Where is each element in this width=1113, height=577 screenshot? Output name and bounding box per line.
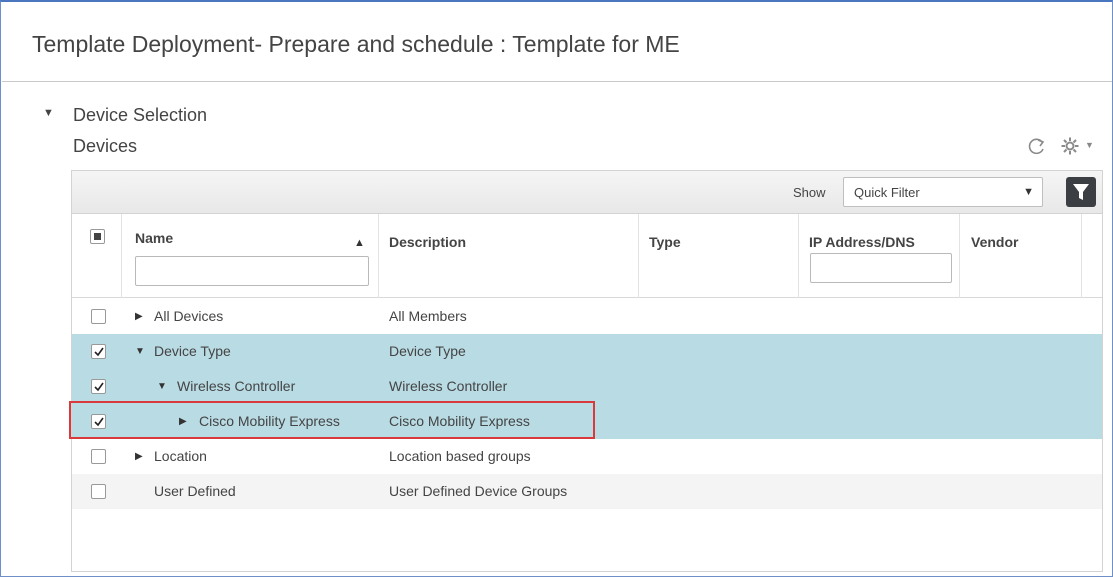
name-column-header[interactable]: Name ▲ [122,214,379,298]
devices-grid: Show Quick Filter ▼ Name ▲ Description T… [71,170,1103,572]
row-name: Location [154,448,207,464]
expand-arrow-icon[interactable]: ▶ [179,416,187,427]
collapse-arrow-icon[interactable]: ▼ [157,381,167,392]
page-title: Template Deployment- Prepare and schedul… [32,31,680,57]
ip-filter-input[interactable] [810,253,952,283]
sort-ascending-icon[interactable]: ▲ [354,237,365,249]
quick-filter-value: Quick Filter [854,185,920,200]
row-checkbox[interactable] [91,484,106,499]
row-name: Wireless Controller [177,378,296,394]
expand-arrow-icon[interactable]: ▶ [135,451,143,462]
description-column-header[interactable]: Description [379,214,639,298]
type-column-label: Type [649,234,681,250]
chevron-down-icon: ▼ [1023,186,1034,198]
row-checkbox-checked[interactable] [91,344,106,359]
dialog-frame: Template Deployment- Prepare and schedul… [0,0,1113,577]
title-divider [2,81,1112,82]
funnel-icon [1073,184,1089,200]
type-column-header[interactable]: Type [639,214,799,298]
grid-toolbar: Show Quick Filter ▼ [72,171,1102,214]
row-checkbox[interactable] [91,449,106,464]
row-name: Cisco Mobility Express [199,413,340,429]
row-name: All Devices [154,308,224,324]
row-name: Device Type [154,343,231,359]
refresh-icon[interactable] [1028,138,1046,156]
row-checkbox-checked[interactable] [91,414,106,429]
vendor-column-header[interactable]: Vendor [960,214,1082,298]
row-name: User Defined [154,483,236,499]
row-description: Cisco Mobility Express [389,413,530,429]
gear-icon[interactable] [1060,136,1080,156]
table-row[interactable]: ▶ Cisco Mobility Express Cisco Mobility … [72,404,1102,439]
row-description: Location based groups [389,448,531,464]
row-description: Device Type [389,343,466,359]
select-all-checkbox[interactable] [90,229,105,244]
name-column-label: Name [135,230,174,246]
vendor-column-label: Vendor [971,234,1019,250]
collapse-arrow-icon[interactable]: ▼ [135,346,145,357]
ip-column-label: IP Address/DNS [809,234,915,250]
expand-arrow-icon[interactable]: ▶ [135,311,143,322]
table-row[interactable]: ▶ All Devices All Members [72,299,1102,334]
row-description: Wireless Controller [389,378,508,394]
grid-header: Name ▲ Description Type IP Address/DNS V… [72,214,1102,298]
ip-column-header[interactable]: IP Address/DNS [799,214,960,298]
select-all-cell [72,214,122,298]
row-description: All Members [389,308,467,324]
table-row[interactable]: ▼ Device Type Device Type [72,334,1102,369]
show-label: Show [793,185,826,200]
quick-filter-select[interactable]: Quick Filter ▼ [843,177,1043,207]
section-collapse-icon[interactable]: ▼ [43,107,54,119]
row-checkbox-checked[interactable] [91,379,106,394]
table-row[interactable]: ▶ Location Location based groups [72,439,1102,474]
row-description: User Defined Device Groups [389,483,568,499]
settings-dropdown-caret-icon[interactable]: ▼ [1085,140,1094,150]
filter-button[interactable] [1066,177,1096,207]
table-row[interactable]: ▼ Wireless Controller Wireless Controlle… [72,369,1102,404]
row-checkbox[interactable] [91,309,106,324]
table-row[interactable]: User Defined User Defined Device Groups [72,474,1102,509]
name-filter-input[interactable] [135,256,369,286]
section-title: Device Selection [73,105,208,125]
devices-heading: Devices [73,136,138,156]
description-column-label: Description [389,234,467,250]
